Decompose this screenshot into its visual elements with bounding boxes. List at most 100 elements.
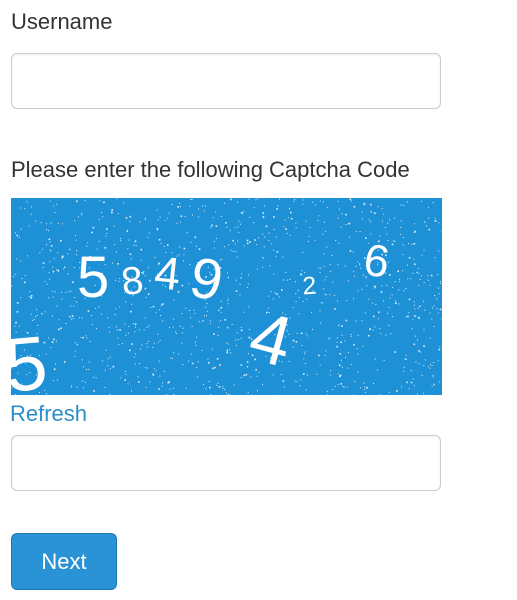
- captcha-noise-dot: [42, 267, 44, 269]
- captcha-noise-dot: [61, 291, 62, 293]
- captcha-noise-dot: [380, 291, 383, 293]
- captcha-noise-dot: [330, 370, 332, 372]
- captcha-noise-dot: [77, 344, 79, 346]
- captcha-noise-dot: [417, 339, 418, 341]
- captcha-noise-dot: [374, 358, 376, 360]
- captcha-noise-dot: [355, 266, 357, 268]
- captcha-noise-dot: [237, 201, 238, 203]
- captcha-noise-dot: [283, 279, 284, 281]
- captcha-noise-dot: [361, 211, 363, 213]
- captcha-noise-dot: [56, 203, 58, 205]
- captcha-noise-dot: [411, 328, 413, 330]
- captcha-noise-dot: [350, 335, 352, 337]
- captcha-noise-dot: [114, 314, 116, 315]
- captcha-noise-dot: [411, 243, 413, 245]
- captcha-noise-dot: [100, 313, 102, 315]
- captcha-noise-dot: [46, 229, 47, 231]
- captcha-noise-dot: [71, 315, 74, 317]
- captcha-noise-dot: [273, 229, 275, 230]
- captcha-noise-dot: [68, 291, 70, 293]
- captcha-noise-dot: [296, 381, 298, 383]
- captcha-noise-dot: [240, 337, 242, 339]
- captcha-noise-dot: [275, 255, 277, 257]
- captcha-noise-dot: [98, 241, 100, 242]
- captcha-noise-dot: [319, 200, 321, 202]
- captcha-noise-dot: [116, 251, 117, 253]
- captcha-noise-dot: [190, 317, 191, 319]
- captcha-noise-dot: [197, 376, 199, 378]
- captcha-noise-dot: [48, 230, 49, 232]
- captcha-noise-dot: [145, 217, 146, 219]
- username-input[interactable]: [11, 53, 441, 109]
- captcha-noise-dot: [424, 309, 426, 311]
- captcha-noise-dot: [164, 220, 166, 221]
- captcha-noise-dot: [208, 362, 210, 364]
- captcha-noise-dot: [217, 310, 219, 312]
- captcha-noise-dot: [194, 312, 196, 314]
- captcha-noise-dot: [30, 213, 32, 215]
- refresh-captcha-link[interactable]: Refresh: [10, 401, 87, 427]
- captcha-noise-dot: [170, 357, 172, 359]
- captcha-noise-dot: [363, 382, 365, 384]
- captcha-noise-dot: [50, 245, 53, 247]
- captcha-noise-dot: [337, 200, 339, 202]
- captcha-noise-dot: [414, 263, 416, 266]
- captcha-noise-dot: [67, 273, 69, 275]
- captcha-noise-dot: [394, 351, 396, 353]
- captcha-noise-dot: [246, 242, 249, 245]
- captcha-noise-dot: [162, 320, 164, 322]
- captcha-noise-dot: [233, 384, 235, 386]
- captcha-noise-dot: [207, 358, 209, 360]
- captcha-noise-dot: [417, 271, 418, 273]
- captcha-noise-dot: [67, 253, 69, 255]
- captcha-noise-dot: [81, 317, 83, 319]
- captcha-noise-dot: [263, 246, 265, 248]
- captcha-noise-dot: [326, 391, 328, 392]
- captcha-noise-dot: [407, 278, 409, 280]
- captcha-noise-dot: [438, 293, 440, 295]
- captcha-noise-dot: [359, 263, 361, 265]
- captcha-noise-dot: [190, 199, 192, 200]
- captcha-noise-dot: [438, 287, 440, 289]
- captcha-noise-dot: [324, 221, 325, 223]
- captcha-noise-dot: [418, 350, 420, 352]
- captcha-noise-dot: [64, 267, 66, 269]
- captcha-noise-dot: [295, 293, 297, 295]
- captcha-noise-dot: [253, 222, 255, 224]
- captcha-noise-dot: [172, 326, 174, 328]
- captcha-noise-dot: [387, 222, 389, 224]
- captcha-noise-dot: [152, 305, 155, 308]
- captcha-noise-dot: [262, 266, 264, 268]
- captcha-noise-dot: [81, 214, 83, 216]
- captcha-noise-dot: [63, 268, 65, 270]
- captcha-noise-dot: [298, 313, 300, 315]
- captcha-noise-dot: [118, 280, 120, 282]
- captcha-noise-dot: [438, 222, 440, 224]
- next-button[interactable]: Next: [11, 533, 117, 590]
- captcha-noise-dot: [248, 198, 250, 200]
- captcha-noise-dot: [434, 220, 437, 222]
- captcha-noise-dot: [112, 262, 114, 264]
- captcha-noise-dot: [439, 308, 442, 311]
- captcha-noise-dot: [234, 227, 236, 229]
- captcha-noise-dot: [437, 312, 439, 314]
- captcha-noise-dot: [337, 384, 339, 386]
- captcha-noise-dot: [381, 208, 383, 210]
- captcha-noise-dot: [240, 277, 242, 278]
- captcha-noise-dot: [421, 275, 423, 277]
- captcha-noise-dot: [218, 386, 221, 388]
- captcha-noise-dot: [14, 232, 16, 234]
- captcha-noise-dot: [106, 233, 108, 234]
- captcha-noise-dot: [353, 270, 355, 272]
- captcha-noise-dot: [216, 384, 218, 386]
- captcha-noise-dot: [194, 236, 197, 239]
- captcha-noise-dot: [11, 285, 13, 287]
- captcha-noise-dot: [65, 292, 67, 294]
- captcha-noise-dot: [208, 381, 210, 382]
- captcha-noise-dot: [353, 206, 356, 208]
- captcha-noise-dot: [293, 200, 295, 202]
- captcha-noise-dot: [20, 297, 22, 299]
- captcha-noise-dot: [40, 222, 42, 223]
- captcha-noise-dot: [392, 287, 394, 288]
- captcha-code-input[interactable]: [11, 435, 441, 491]
